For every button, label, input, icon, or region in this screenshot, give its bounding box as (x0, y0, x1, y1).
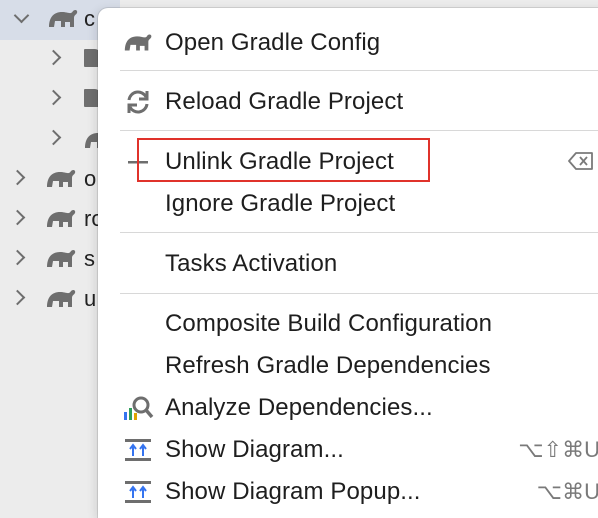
gradle-elephant-icon (47, 249, 76, 267)
chevron-down-icon[interactable] (13, 7, 30, 24)
menu-item-tasks-activation[interactable]: Tasks Activation (98, 243, 598, 283)
delete-key-icon (568, 152, 593, 170)
menu-item-show-diagram-popup[interactable]: Show Diagram Popup... ⌥⌘U (98, 471, 598, 511)
menu-item-composite-build-configuration[interactable]: Composite Build Configuration (98, 303, 598, 343)
menu-separator (120, 293, 598, 294)
diagram-icon (125, 439, 151, 461)
gradle-elephant-icon (124, 34, 152, 51)
menu-item-analyze-dependencies[interactable]: Analyze Dependencies... (98, 387, 598, 427)
gradle-elephant-icon (47, 289, 76, 307)
tree-item-label: u (84, 286, 97, 311)
chevron-right-icon[interactable] (45, 129, 62, 146)
tree-item-label: s (84, 246, 95, 271)
menu-item-label: Refresh Gradle Dependencies (165, 352, 491, 379)
chevron-right-icon[interactable] (9, 209, 26, 226)
reload-icon (127, 90, 149, 114)
gradle-elephant-icon (49, 9, 78, 27)
menu-item-label: Ignore Gradle Project (165, 190, 396, 217)
menu-item-open-gradle-config[interactable]: Open Gradle Config (98, 22, 598, 62)
menu-item-refresh-gradle-dependencies[interactable]: Refresh Gradle Dependencies (98, 345, 598, 385)
menu-item-reload-gradle-project[interactable]: Reload Gradle Project (98, 81, 598, 121)
menu-item-label: Composite Build Configuration (165, 310, 493, 337)
menu-item-label: Reload Gradle Project (165, 88, 404, 115)
analyze-icon (124, 396, 154, 420)
chevron-right-icon[interactable] (9, 249, 26, 266)
context-menu: Open Gradle Config Reload Gradle Project… (98, 8, 598, 518)
menu-item-label: Analyze Dependencies... (165, 394, 433, 421)
menu-item-label: Open Gradle Config (165, 29, 381, 56)
menu-item-ignore-gradle-project[interactable]: Ignore Gradle Project (98, 183, 598, 223)
tree-item-label: o (84, 166, 97, 191)
diagram-icon (125, 481, 151, 503)
chevron-right-icon[interactable] (9, 169, 26, 186)
menu-item-label: Tasks Activation (165, 250, 338, 277)
menu-item-shortcut: ⌥⌘U (536, 479, 598, 504)
chevron-right-icon[interactable] (45, 89, 62, 106)
menu-item-show-diagram[interactable]: Show Diagram... ⌥⇧⌘U (98, 429, 598, 469)
menu-separator (120, 232, 598, 233)
chevron-right-icon[interactable] (45, 49, 62, 66)
gradle-elephant-icon (47, 169, 76, 187)
gradle-elephant-icon (47, 209, 76, 227)
tree-item-label: c (84, 6, 95, 31)
menu-separator (120, 130, 598, 131)
menu-item-shortcut: ⌥⇧⌘U (518, 437, 598, 462)
menu-item-label: Show Diagram... (165, 436, 344, 463)
menu-separator (120, 70, 598, 71)
highlight-box (137, 138, 430, 182)
chevron-right-icon[interactable] (9, 289, 26, 306)
menu-item-label: Show Diagram Popup... (165, 478, 421, 505)
